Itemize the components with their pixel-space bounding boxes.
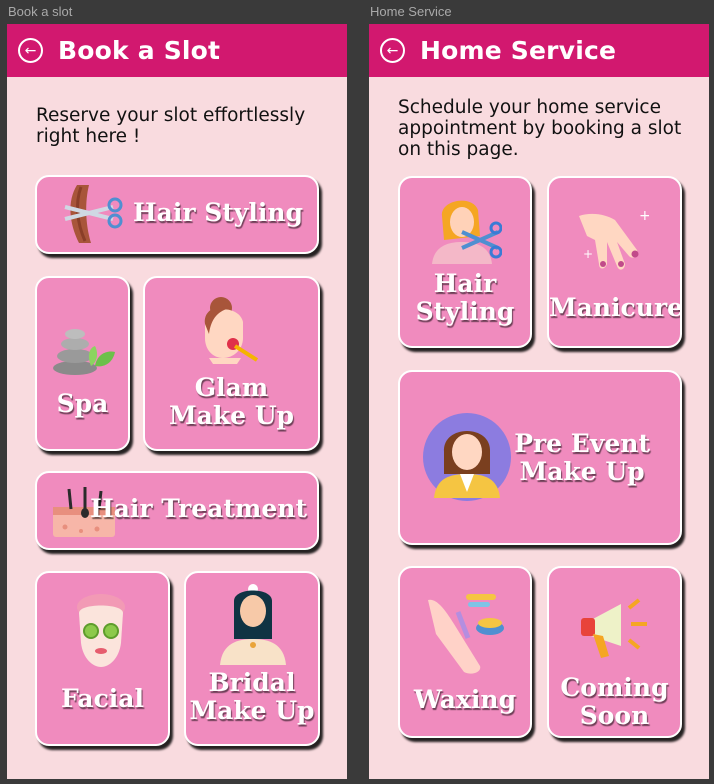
- manicure-hand-icon: + +: [579, 208, 649, 270]
- frame-label-home-service: Home Service: [370, 4, 452, 19]
- card-label: Pre Event Make Up: [514, 429, 650, 486]
- card-label: Manicure: [549, 293, 682, 322]
- card-label: Coming Soon: [560, 673, 669, 730]
- svg-text:+: +: [583, 247, 593, 261]
- hair-scissors-icon: [64, 185, 123, 243]
- app-bar: ← Book a Slot: [7, 24, 347, 77]
- waxing-card[interactable]: Waxing: [398, 566, 532, 738]
- facial-mask-icon: [77, 594, 125, 667]
- card-label: Waxing: [413, 685, 517, 714]
- pre-event-woman-icon: [423, 413, 511, 501]
- spa-stones-icon: [53, 329, 115, 375]
- page-title: Home Service: [420, 36, 617, 65]
- card-label: Bridal Make Up: [189, 668, 315, 725]
- hair-treatment-card[interactable]: Hair Treatment: [35, 471, 319, 550]
- back-arrow-icon[interactable]: ←: [380, 38, 405, 63]
- bridal-makeup-card[interactable]: Bridal Make Up: [184, 571, 320, 746]
- page-subtitle: Schedule your home service appointment b…: [398, 97, 682, 160]
- home-service-screen: ← Home Service Schedule your home servic…: [369, 24, 709, 779]
- manicure-card[interactable]: + + Manicure: [547, 176, 682, 348]
- waxing-leg-icon: [428, 594, 504, 674]
- book-a-slot-screen: ← Book a Slot Reserve your slot effortle…: [7, 24, 347, 779]
- pre-event-makeup-card[interactable]: Pre Event Make Up: [398, 370, 682, 545]
- hair-styling-card[interactable]: Hair Styling: [35, 175, 319, 254]
- megaphone-icon: [581, 598, 647, 658]
- page-title: Book a Slot: [58, 36, 221, 65]
- frame-label-book-a-slot: Book a slot: [8, 4, 73, 19]
- spa-card[interactable]: Spa: [35, 276, 130, 451]
- back-arrow-icon[interactable]: ←: [18, 38, 43, 63]
- hair-stylist-icon: [432, 200, 502, 264]
- page-subtitle: Reserve your slot effortlessly right her…: [36, 105, 306, 147]
- app-bar: ← Home Service: [369, 24, 709, 77]
- glam-makeup-card[interactable]: Glam Make Up: [143, 276, 320, 451]
- facial-card[interactable]: Facial: [35, 571, 170, 746]
- glam-makeup-face-icon: [204, 297, 259, 364]
- coming-soon-card[interactable]: Coming Soon: [547, 566, 682, 738]
- card-label: Hair Styling: [415, 269, 515, 326]
- card-label: Glam Make Up: [168, 373, 295, 430]
- hair-styling-card[interactable]: Hair Styling: [398, 176, 532, 348]
- card-label: Spa: [56, 389, 109, 418]
- card-label: Hair Treatment: [90, 494, 307, 523]
- card-label: Facial: [61, 684, 144, 713]
- card-label: Hair Styling: [133, 198, 303, 227]
- bridal-woman-icon: [220, 584, 286, 665]
- svg-text:+: +: [639, 208, 649, 224]
